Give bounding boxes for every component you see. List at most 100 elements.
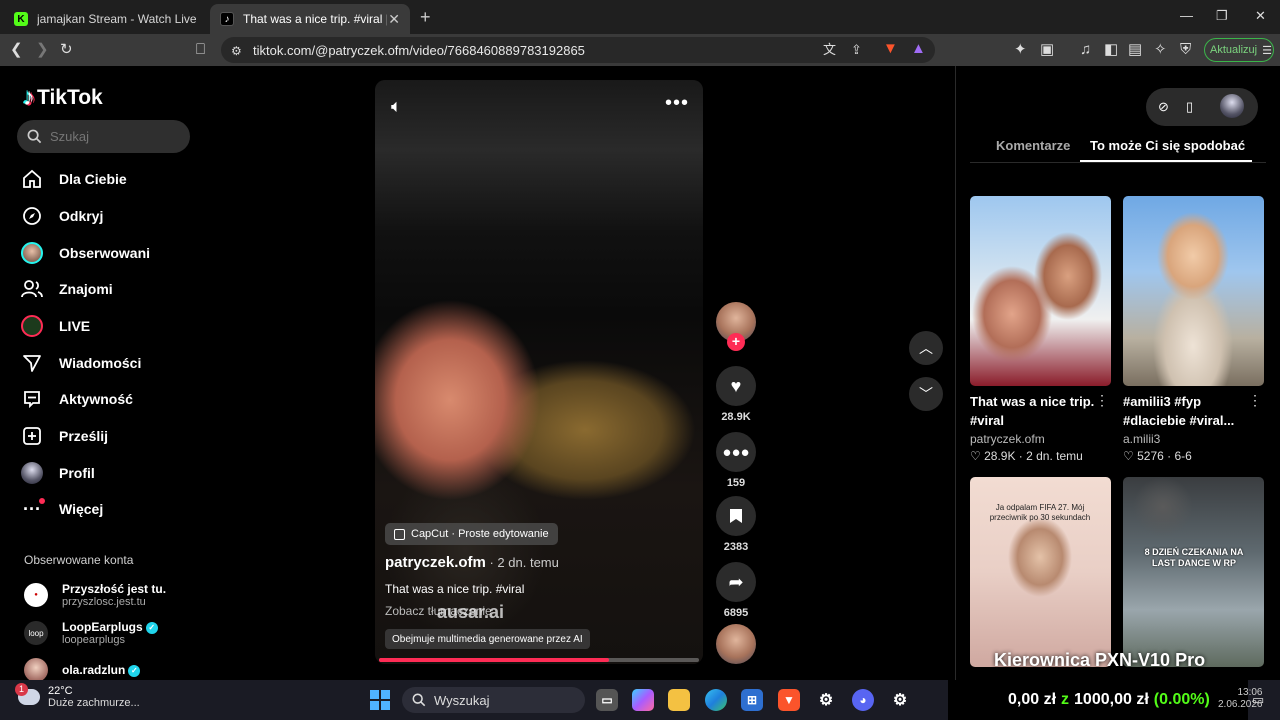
video-thumbnail[interactable]: 8 DZIEŃ CZEKANIA NA LAST DANCE W RP bbox=[1123, 477, 1264, 667]
chevron-up-icon: ︿ bbox=[919, 340, 933, 356]
following-account[interactable]: ola.radzlun ✓ bbox=[24, 658, 141, 680]
update-button[interactable]: Aktualizuj ☰ bbox=[1204, 38, 1274, 62]
share-icon[interactable]: ⇪ bbox=[851, 41, 862, 59]
music-icon[interactable]: ♫ bbox=[1080, 41, 1091, 59]
file-explorer-icon[interactable] bbox=[668, 689, 690, 711]
previous-video-button[interactable]: ︿ bbox=[909, 331, 943, 365]
following-account[interactable]: loop LoopEarplugs ✓ loopearplugs bbox=[24, 620, 158, 646]
follow-plus-icon[interactable]: + bbox=[727, 333, 745, 351]
new-tab-icon[interactable]: + bbox=[420, 7, 431, 28]
copilot-icon[interactable] bbox=[632, 689, 654, 711]
reload-icon[interactable]: ↻ bbox=[60, 41, 73, 59]
user-avatar[interactable] bbox=[1220, 94, 1244, 118]
card-stats: ♡ 5276 · 6-6 bbox=[1123, 449, 1192, 463]
nav-item-friends[interactable]: Znajomi bbox=[21, 274, 113, 304]
share-arrow-icon[interactable]: ➦ bbox=[716, 562, 756, 602]
forward-icon[interactable]: ❯ bbox=[36, 41, 49, 59]
card-stats: ♡ 28.9K · 2 dn. temu bbox=[970, 449, 1083, 463]
nav-item-activity[interactable]: Aktywność bbox=[21, 384, 133, 414]
nav-item-messages[interactable]: Wiadomości bbox=[21, 348, 141, 378]
capcut-badge[interactable]: CapCut · Proste edytowanie bbox=[385, 523, 558, 545]
nav-label: Dla Ciebie bbox=[59, 171, 127, 187]
next-video-button[interactable]: ﹀ bbox=[909, 377, 943, 411]
comment-icon[interactable]: ●●● bbox=[716, 432, 756, 472]
settings-icon[interactable]: ⚙ bbox=[815, 689, 837, 711]
card-more-icon[interactable]: ⋮ bbox=[1095, 392, 1109, 409]
nav-item-following[interactable]: Obserwowani bbox=[21, 238, 150, 268]
brave-shield-icon[interactable]: ▼ bbox=[883, 40, 898, 58]
vpn-icon[interactable]: ⛨ bbox=[1180, 41, 1191, 59]
phone-icon[interactable]: ▯ bbox=[1186, 99, 1193, 115]
address-bar[interactable]: ⚙ tiktok.com/@patryczek.ofm/video/766846… bbox=[221, 37, 935, 63]
panel-toolbar: ⊘ ▯ bbox=[1146, 88, 1258, 126]
tab-comments[interactable]: Komentarze bbox=[996, 138, 1070, 153]
capture-icon[interactable]: ▣ bbox=[1040, 41, 1054, 59]
close-window-icon[interactable]: ✕ bbox=[1255, 8, 1266, 24]
volume-icon[interactable]: 🔈︎ bbox=[391, 96, 402, 117]
task-view-icon[interactable]: ▭ bbox=[596, 689, 618, 711]
like-action[interactable]: ♥ 28.9K bbox=[716, 366, 756, 423]
share-action[interactable]: ➦ 6895 bbox=[716, 562, 756, 619]
close-tab-icon[interactable]: ✕ bbox=[388, 11, 400, 28]
back-icon[interactable]: ❮ bbox=[10, 41, 23, 59]
tab-kick-stream[interactable]: K jamajkan Stream - Watch Live on Kick bbox=[4, 4, 210, 34]
weather-widget[interactable]: 1 22°C Duże zachmurze... bbox=[15, 683, 140, 709]
search-icon bbox=[27, 129, 42, 144]
video-progress-bar[interactable] bbox=[379, 658, 699, 662]
nav-item-explore[interactable]: Odkryj bbox=[21, 201, 103, 231]
compass-icon[interactable]: ⊘ bbox=[1158, 99, 1169, 115]
nav-item-profile[interactable]: Profil bbox=[21, 458, 95, 488]
recommended-video-card[interactable]: 8 DZIEŃ CZEKANIA NA LAST DANCE W RP bbox=[1123, 477, 1264, 667]
account-name: ola.radzlun ✓ bbox=[62, 663, 141, 677]
extensions-icon[interactable]: ✦ bbox=[1014, 41, 1027, 59]
notifications-icon[interactable]: ▭ bbox=[1252, 692, 1264, 708]
nav-label: Więcej bbox=[59, 501, 104, 517]
recommended-video-card[interactable]: #amilii3 #fyp #dlaciebie #viral... a.mil… bbox=[1123, 196, 1264, 463]
start-button[interactable] bbox=[370, 690, 390, 710]
nav-item-for-you[interactable]: Dla Ciebie bbox=[21, 164, 127, 194]
save-action[interactable]: 2383 bbox=[716, 496, 756, 553]
brave-rewards-icon[interactable]: ▲ bbox=[911, 40, 926, 58]
site-settings-icon[interactable]: ⚙ bbox=[231, 42, 242, 60]
account-handle: loopearplugs bbox=[62, 634, 125, 646]
recommended-video-card[interactable]: That was a nice trip. #viral patryczek.o… bbox=[970, 196, 1111, 463]
video-thumbnail[interactable]: Ja odpalam FIFA 27. Mój przeciwnik po 30… bbox=[970, 477, 1111, 667]
nav-item-more[interactable]: ··· Więcej bbox=[21, 494, 103, 524]
share-count: 6895 bbox=[723, 607, 749, 619]
browser-toolbar: ❮ ❯ ↻ ⎕ ⚙ tiktok.com/@patryczek.ofm/vide… bbox=[0, 34, 1280, 66]
video-thumbnail[interactable] bbox=[970, 196, 1111, 386]
video-player[interactable]: 🔈︎ ••• CapCut · Proste edytowanie patryc… bbox=[375, 80, 703, 664]
nav-item-upload[interactable]: Prześlij bbox=[21, 421, 108, 451]
store-icon[interactable]: ⊞ bbox=[741, 689, 763, 711]
video-more-options-icon[interactable]: ••• bbox=[665, 92, 689, 115]
heart-icon[interactable]: ♥ bbox=[716, 366, 756, 406]
music-disc-avatar[interactable] bbox=[716, 624, 756, 664]
sidebar-icon[interactable]: ◧ bbox=[1104, 41, 1118, 59]
maximize-icon[interactable]: ❐ bbox=[1216, 8, 1228, 24]
taskbar-search[interactable]: Wyszukaj bbox=[402, 687, 585, 713]
translate-icon[interactable]: 文 bbox=[823, 41, 836, 59]
tiktok-logo[interactable]: ♪ TikTok bbox=[23, 84, 103, 112]
bookmark-icon[interactable] bbox=[716, 496, 756, 536]
bookmark-icon[interactable]: ⎕ bbox=[196, 41, 205, 59]
app-icon[interactable]: ⚙ bbox=[889, 689, 911, 711]
following-account[interactable]: ● Przyszłość jest tu. przyszlosc.jest.tu bbox=[24, 582, 166, 608]
nav-item-live[interactable]: LIVE bbox=[21, 311, 90, 341]
discord-icon[interactable]: ◕ bbox=[852, 689, 874, 711]
wallet-icon[interactable]: ▤ bbox=[1128, 41, 1142, 59]
recommended-video-card[interactable]: Ja odpalam FIFA 27. Mój przeciwnik po 30… bbox=[970, 477, 1111, 667]
tab-recommended[interactable]: To może Ci się spodobać bbox=[1090, 138, 1245, 153]
search-box[interactable] bbox=[17, 120, 190, 153]
search-input[interactable] bbox=[50, 129, 170, 144]
edge-icon[interactable] bbox=[705, 689, 727, 711]
card-more-icon[interactable]: ⋮ bbox=[1248, 392, 1262, 409]
tab-tiktok-video[interactable]: ♪ That was a nice trip. #viral | TikTok … bbox=[210, 4, 410, 34]
comment-action[interactable]: ●●● 159 bbox=[716, 432, 756, 489]
nav-label: Wiadomości bbox=[59, 355, 142, 371]
video-author[interactable]: patryczek.ofm · 2 dn. temu bbox=[385, 554, 559, 571]
video-thumbnail[interactable] bbox=[1123, 196, 1264, 386]
ai-generated-label[interactable]: Obejmuje multimedia generowane przez AI bbox=[385, 629, 590, 649]
brave-icon[interactable]: ▼ bbox=[778, 689, 800, 711]
leo-ai-icon[interactable]: ✧ bbox=[1154, 41, 1167, 59]
minimize-icon[interactable]: — bbox=[1180, 8, 1193, 23]
